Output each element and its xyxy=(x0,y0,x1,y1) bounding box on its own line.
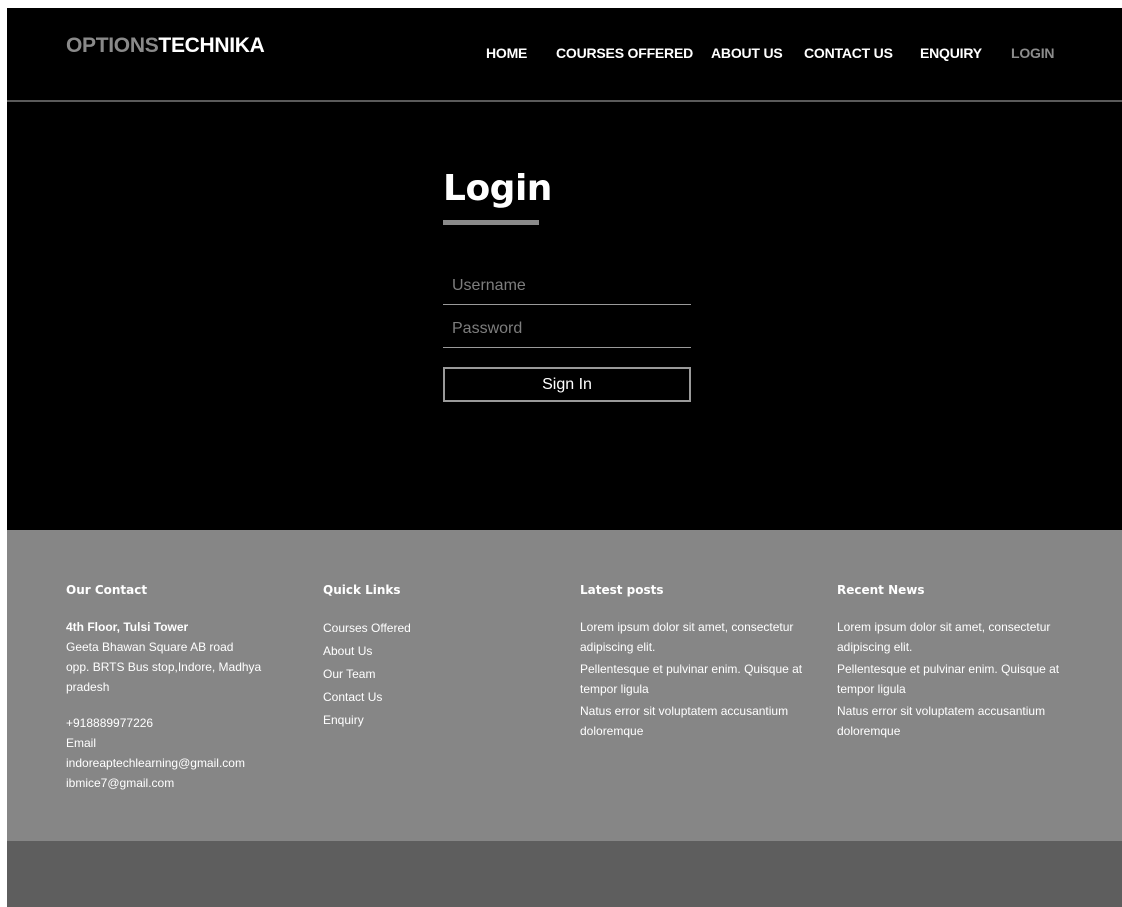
footer-quick-links: Quick Links Courses Offered About Us Our… xyxy=(323,583,563,732)
post-line: tempor ligula xyxy=(580,682,649,696)
contact-email[interactable]: ibmice7@gmail.com xyxy=(66,773,306,793)
quick-link-courses-offered[interactable]: Courses Offered xyxy=(323,617,563,640)
news-line: adipiscing elit. xyxy=(837,640,913,654)
bottom-bar xyxy=(7,841,1122,907)
quick-links-heading: Quick Links xyxy=(323,583,401,597)
login-title: Login xyxy=(443,168,552,209)
nav-contact-us[interactable]: CONTACT US xyxy=(804,45,893,61)
post-line: Lorem ipsum dolor sit amet, consectetur xyxy=(580,620,794,634)
site-footer: Our Contact 4th Floor, Tulsi Tower Geeta… xyxy=(7,530,1122,841)
sign-in-button[interactable]: Sign In xyxy=(443,367,691,402)
latest-post-item[interactable]: Natus error sit voluptatem accusantium d… xyxy=(580,701,825,741)
footer-contact: Our Contact 4th Floor, Tulsi Tower Geeta… xyxy=(66,583,306,793)
news-line: Pellentesque et pulvinar enim. Quisque a… xyxy=(837,662,1060,676)
recent-news-heading: Recent News xyxy=(837,583,925,597)
nav-login[interactable]: LOGIN xyxy=(1011,45,1055,61)
contact-address-line: pradesh xyxy=(66,680,110,694)
post-line: Pellentesque et pulvinar enim. Quisque a… xyxy=(580,662,803,676)
nav-enquiry[interactable]: ENQUIRY xyxy=(920,45,982,61)
news-line: tempor ligula xyxy=(837,682,906,696)
news-item[interactable]: Pellentesque et pulvinar enim. Quisque a… xyxy=(837,659,1082,699)
nav-about-us[interactable]: ABOUT US xyxy=(711,45,783,61)
news-item[interactable]: Lorem ipsum dolor sit amet, consectetur … xyxy=(837,617,1082,657)
contact-gap xyxy=(66,697,306,713)
main-nav: HOME COURSES OFFERED ABOUT US CONTACT US… xyxy=(7,45,1122,65)
nav-home[interactable]: HOME xyxy=(486,45,527,61)
contact-email-label: Email xyxy=(66,736,97,750)
post-line: doloremque xyxy=(580,724,644,738)
quick-link-contact-us[interactable]: Contact Us xyxy=(323,686,563,709)
username-input[interactable] xyxy=(443,267,691,305)
news-line: Lorem ipsum dolor sit amet, consectetur xyxy=(837,620,1051,634)
contact-email[interactable]: indoreaptechlearning@gmail.com xyxy=(66,753,306,773)
news-item[interactable]: Natus error sit voluptatem accusantium d… xyxy=(837,701,1082,741)
news-line: Natus error sit voluptatem accusantium xyxy=(837,704,1046,718)
quick-link-enquiry[interactable]: Enquiry xyxy=(323,709,563,732)
footer-contact-heading: Our Contact xyxy=(66,583,148,597)
quick-link-about-us[interactable]: About Us xyxy=(323,640,563,663)
latest-post-item[interactable]: Pellentesque et pulvinar enim. Quisque a… xyxy=(580,659,825,699)
post-line: Natus error sit voluptatem accusantium xyxy=(580,704,789,718)
title-underline xyxy=(443,220,539,225)
news-line: doloremque xyxy=(837,724,901,738)
footer-latest-posts: Latest posts Lorem ipsum dolor sit amet,… xyxy=(580,583,825,743)
password-input[interactable] xyxy=(443,310,691,348)
latest-posts-heading: Latest posts xyxy=(580,583,664,597)
quick-link-our-team[interactable]: Our Team xyxy=(323,663,563,686)
contact-address-line: opp. BRTS Bus stop,Indore, Madhya xyxy=(66,660,262,674)
contact-address-bold: 4th Floor, Tulsi Tower xyxy=(66,620,189,634)
contact-phone: +918889977226 xyxy=(66,716,154,730)
latest-post-item[interactable]: Lorem ipsum dolor sit amet, consectetur … xyxy=(580,617,825,657)
page-frame: OPTIONSTECHNIKA HOME COURSES OFFERED ABO… xyxy=(7,8,1122,907)
nav-courses-offered[interactable]: COURSES OFFERED xyxy=(556,45,693,61)
footer-recent-news: Recent News Lorem ipsum dolor sit amet, … xyxy=(837,583,1082,743)
contact-address-line: Geeta Bhawan Square AB road xyxy=(66,640,234,654)
post-line: adipiscing elit. xyxy=(580,640,656,654)
site-header: OPTIONSTECHNIKA HOME COURSES OFFERED ABO… xyxy=(7,8,1122,102)
